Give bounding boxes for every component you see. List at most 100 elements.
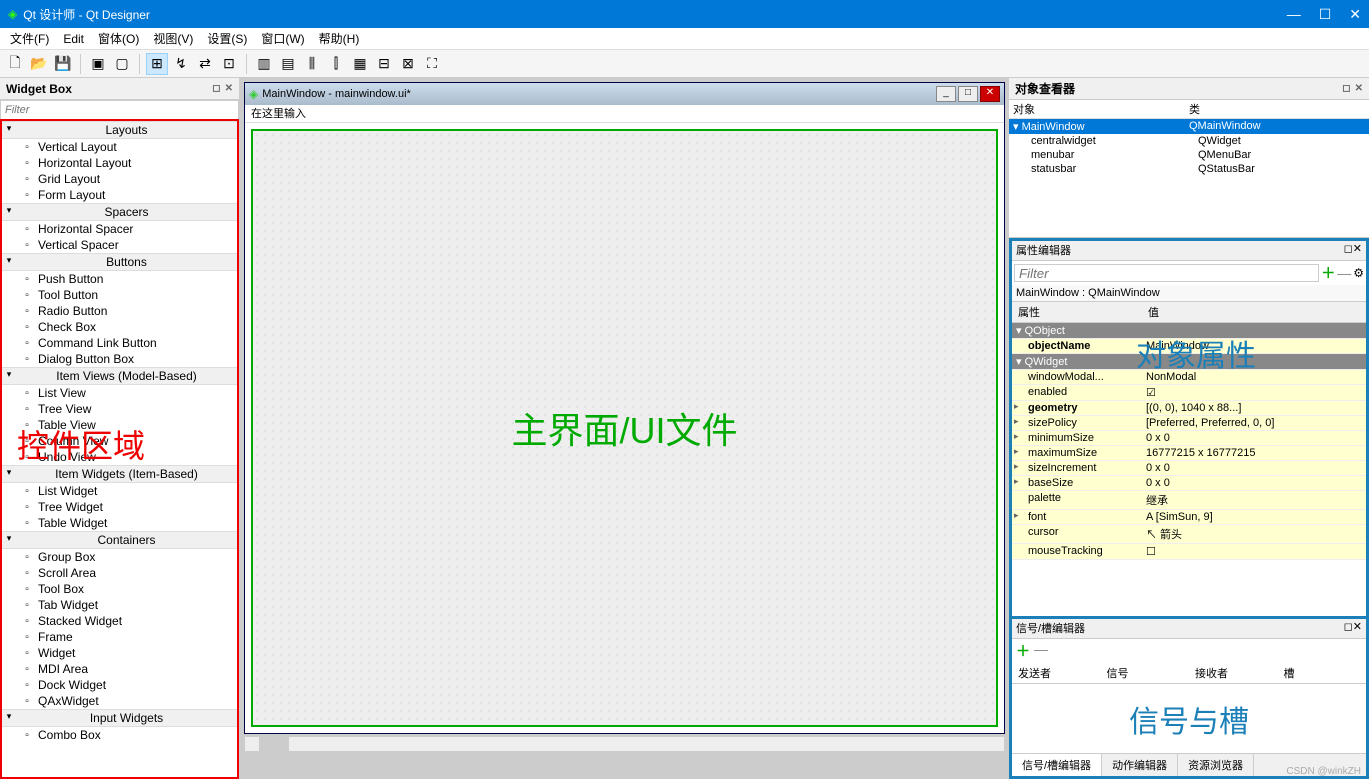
layout-vert-splitter-icon[interactable]: ⫿ bbox=[325, 53, 347, 75]
layout-grid-icon[interactable]: ▦ bbox=[349, 53, 371, 75]
float-icon[interactable]: ◻ bbox=[1344, 621, 1353, 633]
widget-item[interactable]: ▫Stacked Widget bbox=[2, 613, 237, 629]
property-value[interactable]: 16777215 x 16777215 bbox=[1142, 446, 1366, 460]
close-panel-icon[interactable]: ✕ bbox=[1353, 243, 1362, 255]
property-row[interactable]: mouseTracking☐ bbox=[1012, 544, 1366, 560]
property-row[interactable]: ▸fontA [SimSun, 9] bbox=[1012, 510, 1366, 525]
break-layout-icon[interactable]: ⊠ bbox=[397, 53, 419, 75]
tab-resource[interactable]: 资源浏览器 bbox=[1178, 754, 1254, 776]
form-window[interactable]: ◈ MainWindow - mainwindow.ui* _ □ ✕ 在这里输… bbox=[244, 82, 1005, 734]
widget-category[interactable]: ▾Layouts bbox=[2, 121, 237, 139]
property-row[interactable]: enabled☑ bbox=[1012, 385, 1366, 401]
widget-item[interactable]: ▫Table Widget bbox=[2, 515, 237, 531]
signal-slot-body[interactable]: 信号与槽 bbox=[1012, 684, 1366, 753]
widget-item[interactable]: ▫Frame bbox=[2, 629, 237, 645]
float-icon[interactable]: ◻ bbox=[1344, 243, 1353, 255]
property-list[interactable]: ▾ QObjectobjectNameMainWindow▾ QWidgetwi… bbox=[1012, 323, 1366, 616]
widget-item[interactable]: ▫Scroll Area bbox=[2, 565, 237, 581]
close-panel-icon[interactable]: ✕ bbox=[225, 83, 233, 94]
menu-view[interactable]: 视图(V) bbox=[147, 28, 199, 49]
form-minimize-button[interactable]: _ bbox=[936, 86, 956, 102]
menu-settings[interactable]: 设置(S) bbox=[201, 28, 253, 49]
widget-item[interactable]: ▫Horizontal Layout bbox=[2, 155, 237, 171]
form-close-button[interactable]: ✕ bbox=[980, 86, 1000, 102]
widget-item[interactable]: ▫Check Box bbox=[2, 319, 237, 335]
widget-box-list[interactable]: ▾Layouts▫Vertical Layout▫Horizontal Layo… bbox=[0, 119, 239, 779]
widget-item[interactable]: ▫Undo View bbox=[2, 449, 237, 465]
property-value[interactable]: [Preferred, Preferred, 0, 0] bbox=[1142, 416, 1366, 430]
widget-item[interactable]: ▫Tool Button bbox=[2, 287, 237, 303]
widget-item[interactable]: ▫Column View bbox=[2, 433, 237, 449]
widget-category[interactable]: ▾Containers bbox=[2, 531, 237, 549]
property-section[interactable]: ▾ QObject bbox=[1012, 323, 1366, 339]
edit-signals-icon[interactable]: ↯ bbox=[170, 53, 192, 75]
property-row[interactable]: ▸sizeIncrement0 x 0 bbox=[1012, 461, 1366, 476]
property-value[interactable]: A [SimSun, 9] bbox=[1142, 510, 1366, 524]
widget-box-filter[interactable] bbox=[0, 100, 239, 120]
add-connection-icon[interactable]: ＋ bbox=[1016, 641, 1030, 661]
property-row[interactable]: ▸geometry[(0, 0), 1040 x 88...] bbox=[1012, 401, 1366, 416]
widget-item[interactable]: ▫Form Layout bbox=[2, 187, 237, 203]
property-row[interactable]: ▸baseSize0 x 0 bbox=[1012, 476, 1366, 491]
save-file-icon[interactable]: 💾 bbox=[52, 53, 74, 75]
property-value[interactable]: 0 x 0 bbox=[1142, 431, 1366, 445]
property-value[interactable]: ↖ 箭头 bbox=[1142, 525, 1366, 543]
edit-tab-order-icon[interactable]: ⊡ bbox=[218, 53, 240, 75]
menu-file[interactable]: 文件(F) bbox=[4, 28, 55, 49]
widget-item[interactable]: ▫Tree View bbox=[2, 401, 237, 417]
widget-item[interactable]: ▫Widget bbox=[2, 645, 237, 661]
widget-item[interactable]: ▫Tab Widget bbox=[2, 597, 237, 613]
widget-item[interactable]: ▫Push Button bbox=[2, 271, 237, 287]
widget-item[interactable]: ▫Group Box bbox=[2, 549, 237, 565]
widget-item[interactable]: ▫QAxWidget bbox=[2, 693, 237, 709]
menu-window[interactable]: 窗口(W) bbox=[255, 28, 310, 49]
property-value[interactable]: [(0, 0), 1040 x 88...] bbox=[1142, 401, 1366, 415]
add-dynamic-property-icon[interactable]: ＋ bbox=[1321, 263, 1335, 283]
horizontal-scrollbar[interactable] bbox=[244, 736, 1005, 752]
property-value[interactable]: 继承 bbox=[1142, 491, 1366, 509]
open-file-icon[interactable]: 📂 bbox=[28, 53, 50, 75]
remove-connection-icon[interactable]: — bbox=[1034, 641, 1048, 661]
layout-horiz-icon[interactable]: ▥ bbox=[253, 53, 275, 75]
bring-front-icon[interactable]: ▢ bbox=[111, 53, 133, 75]
widget-category[interactable]: ▾Item Views (Model-Based) bbox=[2, 367, 237, 385]
property-value[interactable]: ☑ bbox=[1142, 385, 1366, 400]
send-back-icon[interactable]: ▣ bbox=[87, 53, 109, 75]
widget-category[interactable]: ▾Input Widgets bbox=[2, 709, 237, 727]
new-file-icon[interactable]: 🗋 bbox=[4, 53, 26, 75]
property-value[interactable]: 0 x 0 bbox=[1142, 476, 1366, 490]
widget-item[interactable]: ▫Radio Button bbox=[2, 303, 237, 319]
property-value[interactable]: MainWindow bbox=[1142, 339, 1366, 353]
object-row[interactable]: menubarQMenuBar bbox=[1009, 148, 1369, 162]
widget-item[interactable]: ▫Horizontal Spacer bbox=[2, 221, 237, 237]
widget-category[interactable]: ▾Item Widgets (Item-Based) bbox=[2, 465, 237, 483]
maximize-button[interactable]: ☐ bbox=[1319, 6, 1332, 23]
property-value[interactable]: ☐ bbox=[1142, 544, 1366, 559]
widget-item[interactable]: ▫List View bbox=[2, 385, 237, 401]
widget-item[interactable]: ▫Dialog Button Box bbox=[2, 351, 237, 367]
float-icon[interactable]: ◻ bbox=[212, 83, 220, 94]
property-row[interactable]: ▸sizePolicy[Preferred, Preferred, 0, 0] bbox=[1012, 416, 1366, 431]
property-row[interactable]: cursor↖ 箭头 bbox=[1012, 525, 1366, 544]
menu-edit[interactable]: Edit bbox=[57, 30, 90, 48]
property-row[interactable]: objectNameMainWindow bbox=[1012, 339, 1366, 354]
widget-item[interactable]: ▫Vertical Spacer bbox=[2, 237, 237, 253]
edit-buddies-icon[interactable]: ⇄ bbox=[194, 53, 216, 75]
adjust-size-icon[interactable]: ⛶ bbox=[421, 53, 443, 75]
layout-vert-icon[interactable]: ▤ bbox=[277, 53, 299, 75]
close-panel-icon[interactable]: ✕ bbox=[1353, 621, 1362, 633]
property-filter-input[interactable] bbox=[1014, 264, 1319, 282]
widget-category[interactable]: ▾Buttons bbox=[2, 253, 237, 271]
widget-category[interactable]: ▾Spacers bbox=[2, 203, 237, 221]
config-icon[interactable]: ⚙ bbox=[1353, 266, 1364, 280]
object-row[interactable]: centralwidgetQWidget bbox=[1009, 134, 1369, 148]
layout-horiz-splitter-icon[interactable]: ⫼ bbox=[301, 53, 323, 75]
close-button[interactable]: ✕ bbox=[1349, 6, 1361, 23]
widget-item[interactable]: ▫MDI Area bbox=[2, 661, 237, 677]
remove-property-icon[interactable]: — bbox=[1337, 265, 1351, 281]
form-canvas[interactable]: 主界面/UI文件 bbox=[251, 129, 998, 727]
widget-item[interactable]: ▫Command Link Button bbox=[2, 335, 237, 351]
form-maximize-button[interactable]: □ bbox=[958, 86, 978, 102]
edit-widgets-icon[interactable]: ⊞ bbox=[146, 53, 168, 75]
minimize-button[interactable]: — bbox=[1287, 6, 1301, 23]
